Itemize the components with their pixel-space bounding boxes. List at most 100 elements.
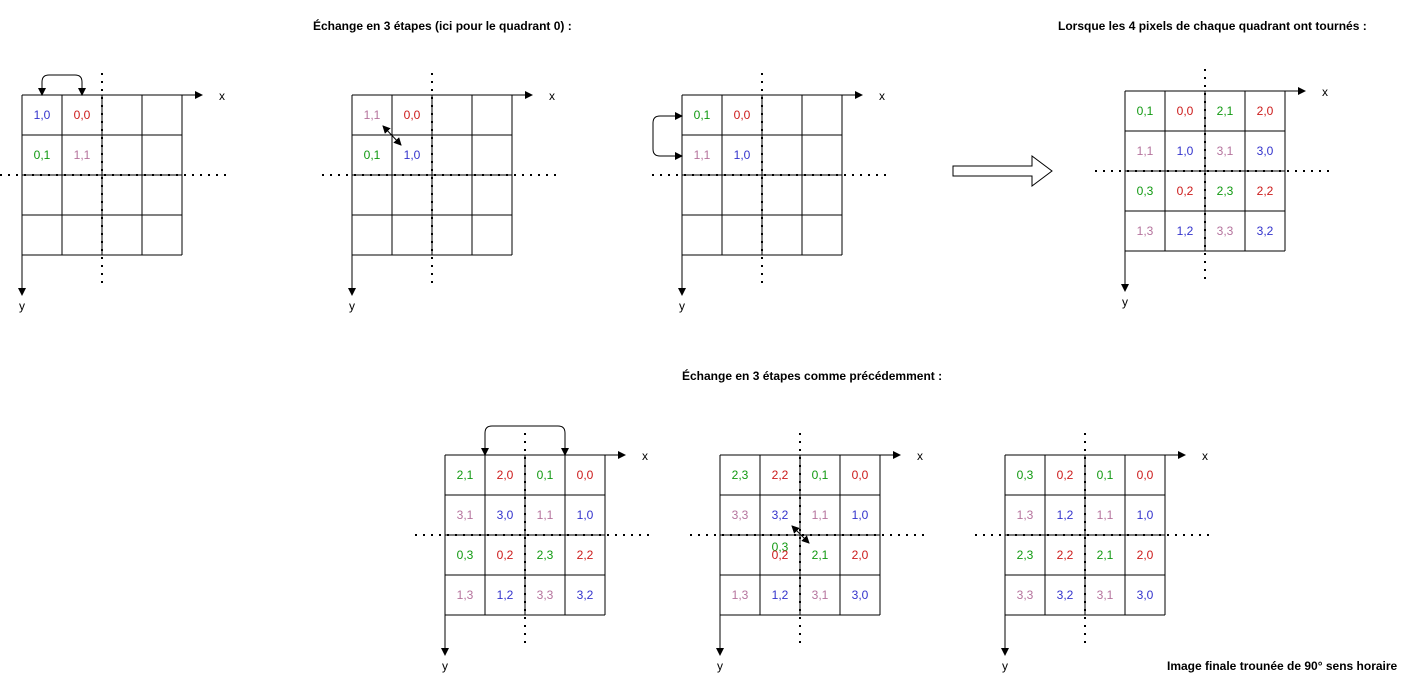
pixel-label: 0,3: [1137, 184, 1154, 198]
pixel-label: 0,0: [1177, 104, 1194, 118]
pixel-label: 3,3: [1217, 224, 1234, 238]
pixel-label: 1,1: [1097, 508, 1114, 522]
pixel-label: 3,3: [1017, 588, 1034, 602]
pixel-label: 2,1: [1217, 104, 1234, 118]
pixel-label: 1,1: [364, 108, 381, 122]
pixel-label: 0,2: [1057, 468, 1074, 482]
pixel-label: 0,1: [364, 148, 381, 162]
pixel-label: 3,0: [1257, 144, 1274, 158]
pixel-label: 1,1: [74, 148, 91, 162]
pixel-label: 1,2: [497, 588, 514, 602]
pixel-label: 1,0: [852, 508, 869, 522]
x-axis-label: x: [917, 449, 923, 463]
pixel-label: 0,2: [1177, 184, 1194, 198]
pixel-label: 2,0: [852, 548, 869, 562]
x-axis-label: x: [549, 89, 555, 103]
pixel-label: 2,2: [1057, 548, 1074, 562]
pixel-label: 2,2: [1257, 184, 1274, 198]
x-axis-label: x: [1202, 449, 1208, 463]
pixel-label: 2,1: [1097, 548, 1114, 562]
pixel-label: 0,0: [1137, 468, 1154, 482]
y-axis-label: y: [349, 299, 355, 313]
pixel-label: 0,3: [457, 548, 474, 562]
pixel-label: 1,1: [1137, 144, 1154, 158]
pixel-label: 0,0: [734, 108, 751, 122]
pixel-grid-step1-swap: x y 1,0 0,0 0,1 1,1: [0, 73, 228, 313]
pixel-grid-final-image: x y 0,3 0,2 0,1 0,0 1,3 1,2 1,1 1,0 2,3 2,2 2,1 2,0 3,…: [975, 433, 1211, 673]
pixel-label: 3,2: [577, 588, 594, 602]
pixel-label: 1,3: [1017, 508, 1034, 522]
y-axis-label: y: [1122, 295, 1128, 309]
pixel-label: 1,1: [812, 508, 829, 522]
pixel-label: 3,3: [732, 508, 749, 522]
pixel-grid-quadrant-step2: xy2,3 2,2 0,1 0,03,3 3,2 1,1 1,00,30,2 2,1 2,01,…: [690, 433, 926, 673]
swap-arrow-left-curve: [652, 112, 683, 160]
pixel-grid-all-quadrants-rotated: x y 0,1 0,0 2,1 2,0 1,1 1,0 3,1 3,0 0,3 0,2 2,3 2,2 1,…: [1095, 69, 1331, 309]
pixel-label: 2,0: [497, 468, 514, 482]
pixel-label: 1,3: [1137, 224, 1154, 238]
y-axis-label: y: [1002, 659, 1008, 673]
y-axis-label: y: [19, 299, 25, 313]
pixel-grid-step3-swap: x y 0,1 0,0 1,1 1,0: [652, 73, 888, 313]
pixel-label: 3,1: [1097, 588, 1114, 602]
pixel-label: 1,2: [1057, 508, 1074, 522]
pixel-label: 2,3: [1017, 548, 1034, 562]
swap-arrow-top-curve: [38, 74, 86, 96]
pixel-label: 2,1: [812, 548, 829, 562]
pixel-label: 0,1: [537, 468, 554, 482]
y-axis-label: y: [442, 659, 448, 673]
pixel-label: 2,3: [537, 548, 554, 562]
pixel-label: 0,1: [694, 108, 711, 122]
pixel-label: 2,0: [1257, 104, 1274, 118]
pixel-label: 2,0: [1137, 548, 1154, 562]
pixel-label: 3,2: [1057, 588, 1074, 602]
pixel-label: 3,3: [537, 588, 554, 602]
pixel-label: 0,1: [812, 468, 829, 482]
pixel-label: 2,3: [732, 468, 749, 482]
pixel-label: 0,0: [577, 468, 594, 482]
pixel-label: 0,1: [1137, 104, 1154, 118]
big-right-arrow: [952, 155, 1053, 187]
pixel-label: 1,0: [1177, 144, 1194, 158]
pixel-label: 0,1: [34, 148, 51, 162]
pixel-label: 1,1: [537, 508, 554, 522]
pixel-label: 1,2: [1177, 224, 1194, 238]
diagram-canvas: x y 1,0 0,0 0,1 1,1 x y 1,1 0,0 0,1 1,0 x y 0,1 0,0 1,1 1…: [0, 69, 1331, 673]
pixel-label: 1,0: [34, 108, 51, 122]
pixel-label: 1,2: [772, 588, 789, 602]
pixel-label: 3,1: [457, 508, 474, 522]
y-axis-label: y: [717, 659, 723, 673]
x-axis-label: x: [1322, 85, 1328, 99]
pixel-label: 3,1: [812, 588, 829, 602]
pixel-label: 0,2: [772, 548, 789, 562]
pixel-label: 2,2: [577, 548, 594, 562]
pixel-label: 3,1: [1217, 144, 1234, 158]
pixel-label: 3,2: [772, 508, 789, 522]
pixel-label: 0,0: [74, 108, 91, 122]
pixel-label: 3,0: [497, 508, 514, 522]
pixel-label: 2,3: [1217, 184, 1234, 198]
x-axis-label: x: [642, 449, 648, 463]
pixel-label: 0,0: [404, 108, 421, 122]
pixel-label: 1,0: [404, 148, 421, 162]
pixel-label: 0,2: [497, 548, 514, 562]
pixel-label: 0,3: [1017, 468, 1034, 482]
pixel-label: 3,0: [852, 588, 869, 602]
pixel-label: 1,1: [694, 148, 711, 162]
x-axis-label: x: [219, 89, 225, 103]
pixel-label: 1,0: [577, 508, 594, 522]
y-axis-label: y: [679, 299, 685, 313]
pixel-label: 3,2: [1257, 224, 1274, 238]
pixel-label: 1,0: [1137, 508, 1154, 522]
pixel-grid-step2-swap: x y 1,1 0,0 0,1 1,0: [322, 73, 558, 313]
pixel-label: 0,0: [852, 468, 869, 482]
pixel-grid-quadrant-step1: x y 2,1 2,0 0,1 0,0 3,1 3,0 1,1 1,0 0,3 0,2 2,3 2,2 1,…: [415, 433, 651, 673]
pixel-label: 2,1: [457, 468, 474, 482]
pixel-label: 1,3: [457, 588, 474, 602]
x-axis-label: x: [879, 89, 885, 103]
pixel-label: 0,1: [1097, 468, 1114, 482]
pixel-label: 2,2: [772, 468, 789, 482]
pixel-label: 3,0: [1137, 588, 1154, 602]
pixel-label: 1,0: [734, 148, 751, 162]
pixel-label: 1,3: [732, 588, 749, 602]
